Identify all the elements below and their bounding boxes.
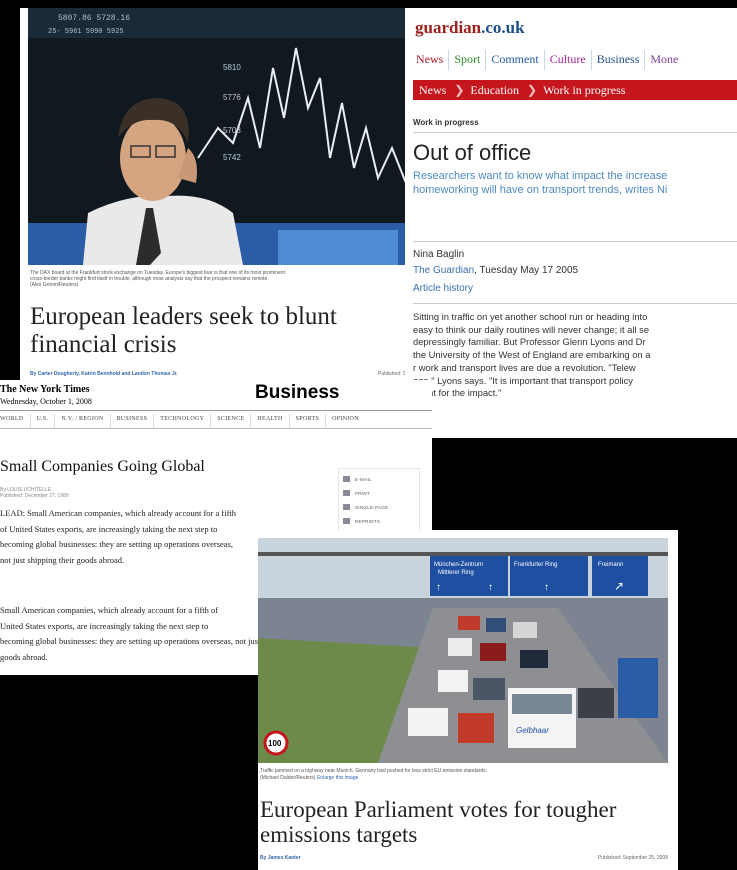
bus-logo-text: Gelbhaar: [516, 726, 549, 735]
reprints-button[interactable]: Reprints: [343, 514, 415, 528]
svg-text:↑: ↑: [488, 582, 493, 593]
divider: [413, 303, 737, 304]
caption-credit: (Alex Grimm/Reuters): [30, 282, 79, 288]
nav-opinion[interactable]: Opinion: [325, 414, 365, 428]
masthead-date: Wednesday, October 1, 2008: [0, 397, 92, 406]
sign-text: Frankfurter Ring: [514, 562, 557, 568]
article-title: Out of office: [413, 140, 532, 165]
article-history-link[interactable]: Article history: [413, 283, 473, 294]
nav-comment[interactable]: Comment: [485, 50, 543, 70]
standfirst-line: homeworking will have on transport trend…: [413, 184, 668, 196]
speed-limit-text: 100: [268, 739, 282, 748]
article-standfirst: Researchers want to know what impact the…: [413, 169, 737, 197]
photo-caption: Traffic jammed on a highway near Munich.…: [260, 768, 487, 781]
body-line: count for the impact.": [413, 387, 502, 399]
nav-money[interactable]: Mone: [644, 50, 683, 70]
sign-text: München-Zentrum: [434, 562, 483, 568]
print-icon: [343, 490, 350, 496]
svg-text:5807.86 5728.16: 5807.86 5728.16: [58, 14, 130, 23]
article-headline: European Parliament votes for tougher em…: [260, 797, 617, 847]
breadcrumb: News ❯ Education ❯ Work in progress: [413, 80, 737, 100]
nyt-logo[interactable]: The New York Times: [0, 384, 90, 395]
nav-technology[interactable]: Technology: [153, 414, 210, 428]
chevron-right-icon: ❯: [527, 82, 538, 97]
divider: [413, 241, 737, 242]
logo-tld: .co.uk: [481, 18, 525, 37]
body-line: the University of the West of England ar…: [413, 349, 651, 361]
article-headline: European leaders seek to blunt financial…: [30, 303, 337, 358]
nav-business[interactable]: Business: [109, 414, 154, 428]
nav-news[interactable]: News: [411, 50, 448, 70]
svg-text:5742: 5742: [223, 153, 241, 162]
standfirst-line: Researchers want to know what impact the…: [413, 170, 668, 182]
tool-label: E-mail: [355, 476, 372, 482]
sign-text: Mittlerer Ring: [438, 570, 474, 576]
financial-crisis-article: 5807.86 5728.16 25- 5961 5990 5925 5810 …: [20, 8, 420, 393]
nav-sports[interactable]: Sports: [288, 414, 325, 428]
published-date: Published: December 27, 1989: [0, 493, 69, 499]
body-line: depressingly familiar. But Professor Gle…: [413, 336, 646, 348]
divider: [0, 410, 432, 411]
sign-text: Freimann: [598, 562, 623, 568]
guardian-article: guardian.co.uk News Sport Comment Cultur…: [405, 8, 737, 438]
article-author: Nina Baglin: [413, 249, 465, 260]
article-body: Sitting in traffic on yet another school…: [413, 311, 737, 400]
guardian-logo[interactable]: guardian.co.uk: [415, 18, 525, 38]
nav-science[interactable]: Science: [210, 414, 250, 428]
svg-text:↑: ↑: [544, 582, 549, 593]
svg-text:↑: ↑: [436, 582, 441, 593]
article-headline: Small Companies Going Global: [0, 458, 205, 475]
nyt-section-nav: World U.S. N.Y. / Region Business Techno…: [0, 414, 432, 429]
nav-health[interactable]: Health: [250, 414, 288, 428]
svg-text:↗: ↗: [614, 579, 624, 593]
logo-main: guardian: [415, 18, 482, 37]
publication-date: , Tuesday May 17 2005: [474, 265, 579, 276]
divider: [413, 132, 737, 133]
article-byline[interactable]: By James Kanter: [260, 855, 301, 861]
email-button[interactable]: E-mail: [343, 472, 415, 486]
svg-text:5776: 5776: [223, 93, 241, 102]
enlarge-image-link[interactable]: Enlarge this image: [317, 775, 358, 781]
tool-label: Reprints: [355, 518, 381, 524]
nav-us[interactable]: U.S.: [29, 414, 55, 428]
traffic-photo: München-Zentrum Mittlerer Ring Frankfurt…: [258, 538, 668, 763]
nav-sport[interactable]: Sport: [448, 50, 485, 70]
paragraph-line: LEAD: Small American companies, which al…: [0, 508, 237, 518]
print-button[interactable]: Print: [343, 486, 415, 500]
publication-link[interactable]: The Guardian: [413, 265, 474, 276]
reprints-icon: [343, 518, 350, 524]
nav-business[interactable]: Business: [590, 50, 645, 70]
section-title: Business: [255, 382, 340, 403]
breadcrumb-education[interactable]: Education: [464, 83, 527, 98]
body-line: age," Lyons says. "It is important that …: [413, 374, 633, 386]
guardian-nav: News Sport Comment Culture Business Mone: [411, 50, 683, 70]
photo-caption: The DAX board at the Frankfurt stock exc…: [30, 270, 420, 288]
publication-line: The Guardian, Tuesday May 17 2005: [413, 265, 578, 276]
single-page-icon: [343, 504, 350, 510]
caption-credit: (Michael Dalder/Reuters): [260, 774, 316, 781]
svg-text:25- 5961 5990 5925: 25- 5961 5990 5925: [48, 28, 124, 36]
breadcrumb-work-in-progress[interactable]: Work in progress: [537, 83, 633, 98]
published-date: Published: September 25, 2008: [597, 855, 668, 861]
chevron-right-icon: ❯: [454, 82, 465, 97]
svg-text:5810: 5810: [223, 63, 241, 72]
body-line: r work and transport lives are due a rev…: [413, 361, 636, 373]
nav-world[interactable]: World: [0, 414, 30, 428]
nav-culture[interactable]: Culture: [543, 50, 591, 70]
trader-photo: 5807.86 5728.16 25- 5961 5990 5925 5810 …: [28, 8, 420, 265]
tool-label: Single-Page: [355, 504, 389, 510]
tool-label: Print: [355, 490, 370, 496]
emissions-article: München-Zentrum Mittlerer Ring Frankfurt…: [258, 530, 678, 870]
breadcrumb-news[interactable]: News: [413, 83, 454, 98]
article-byline[interactable]: By Carter Dougherty, Katrin Bennhold and…: [30, 371, 178, 377]
body-line: Sitting in traffic on yet another school…: [413, 311, 648, 322]
email-icon: [343, 476, 350, 482]
svg-text:5708: 5708: [223, 126, 241, 135]
single-page-button[interactable]: Single-Page: [343, 500, 415, 514]
section-label: Work in progress: [413, 118, 479, 127]
nav-ny-region[interactable]: N.Y. / Region: [54, 414, 109, 428]
body-line: easy to think our daily routines will ne…: [413, 323, 650, 335]
